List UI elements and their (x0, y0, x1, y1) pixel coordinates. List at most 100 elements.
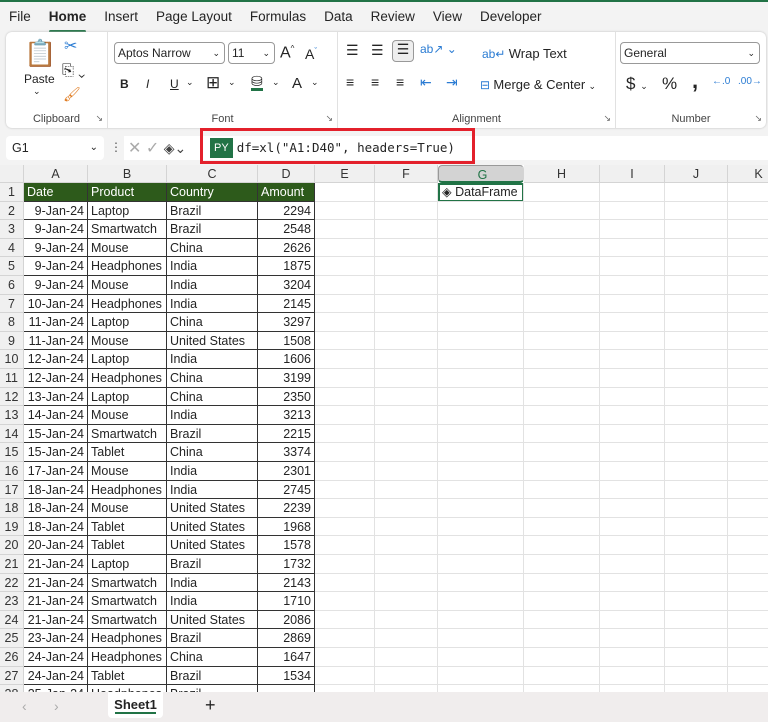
table-cell[interactable]: 10-Jan-24 (24, 294, 88, 314)
row-header[interactable]: 23 (0, 592, 24, 611)
table-header-cell[interactable]: Country (167, 183, 258, 202)
table-cell[interactable]: China (167, 313, 258, 332)
row-header[interactable]: 17 (0, 480, 24, 500)
table-cell[interactable]: 20-Jan-24 (24, 536, 88, 555)
table-cell[interactable]: Mouse (88, 499, 167, 518)
sheet-tab-sheet1[interactable]: Sheet1 (108, 692, 163, 718)
row-header[interactable]: 11 (0, 369, 24, 388)
chevron-down-icon[interactable]: ⌄ (311, 77, 319, 88)
row-header[interactable]: 28 (0, 685, 24, 692)
table-cell[interactable]: 21-Jan-24 (24, 573, 88, 593)
cancel-icon[interactable]: ✕ (128, 140, 141, 157)
table-cell[interactable]: Mouse (88, 331, 167, 351)
table-cell[interactable]: Brazil (167, 201, 258, 221)
table-cell[interactable]: 24-Jan-24 (24, 648, 88, 667)
table-cell[interactable]: 24-Jan-24 (24, 666, 88, 686)
table-cell[interactable]: United States (167, 610, 258, 630)
table-cell[interactable]: India (167, 462, 258, 481)
cell-g1-dataframe[interactable]: ◈ DataFrame (438, 183, 524, 202)
table-cell[interactable]: 15-Jan-24 (24, 424, 88, 444)
underline-button[interactable]: U (170, 77, 179, 91)
table-cell[interactable]: United States (167, 517, 258, 537)
table-cell[interactable]: 2548 (258, 220, 315, 239)
column-header-i[interactable]: I (600, 165, 665, 183)
table-header-cell[interactable]: Product (88, 183, 167, 202)
table-cell[interactable]: 12-Jan-24 (24, 369, 88, 388)
chevron-down-icon[interactable]: ⌄ (228, 77, 236, 88)
table-cell[interactable]: India (167, 257, 258, 276)
table-cell[interactable]: Headphones (88, 648, 167, 667)
table-cell[interactable]: Headphones (88, 369, 167, 388)
column-header-k[interactable]: K (728, 165, 768, 183)
align-top-icon[interactable]: ☰ (346, 42, 359, 59)
tab-developer[interactable]: Developer (471, 6, 551, 30)
decrease-indent-icon[interactable]: ⇤ (420, 74, 432, 91)
table-cell[interactable]: 2626 (258, 238, 315, 258)
column-header-e[interactable]: E (315, 165, 375, 183)
table-cell[interactable]: Smartwatch (88, 220, 167, 239)
table-cell[interactable]: 17-Jan-24 (24, 462, 88, 481)
paste-button[interactable]: Paste (24, 72, 55, 86)
prev-sheet-icon[interactable]: ‹ (22, 698, 27, 714)
table-cell[interactable]: 3199 (258, 369, 315, 388)
table-cell[interactable]: China (167, 443, 258, 462)
increase-font-size-button[interactable]: A^ (280, 44, 294, 62)
python-object-icon[interactable]: ◈⌄ (164, 140, 187, 156)
tab-file[interactable]: File (0, 6, 40, 30)
dialog-launcher-icon[interactable]: ↘ (95, 113, 103, 124)
increase-decimal-icon[interactable]: ←.0 (712, 76, 730, 87)
table-cell[interactable]: 2745 (258, 480, 315, 500)
table-cell[interactable]: Brazil (167, 629, 258, 648)
row-header[interactable]: 7 (0, 294, 24, 314)
table-cell[interactable]: 11-Jan-24 (24, 331, 88, 351)
table-cell[interactable]: 3374 (258, 443, 315, 462)
merge-center-button[interactable]: ⊟ Merge & Center ⌄ (480, 77, 596, 92)
row-header[interactable]: 10 (0, 350, 24, 369)
table-cell[interactable]: 1647 (258, 648, 315, 667)
table-cell[interactable]: Laptop (88, 313, 167, 332)
font-name-select[interactable]: Aptos Narrow ⌄ (114, 42, 225, 64)
table-cell[interactable]: 13-Jan-24 (24, 387, 88, 407)
row-header[interactable]: 8 (0, 313, 24, 332)
table-cell[interactable]: Headphones (88, 629, 167, 648)
table-cell[interactable]: 15-Jan-24 (24, 443, 88, 462)
font-color-button[interactable]: A (292, 75, 302, 92)
comma-button[interactable]: , (692, 68, 698, 94)
row-header[interactable]: 22 (0, 573, 24, 593)
chevron-down-icon[interactable]: ⌄ (33, 86, 41, 97)
row-header[interactable]: 2 (0, 201, 24, 221)
table-cell[interactable]: China (167, 648, 258, 667)
column-header-b[interactable]: B (88, 165, 167, 183)
table-cell[interactable]: Laptop (88, 555, 167, 574)
table-cell[interactable]: 1508 (258, 331, 315, 351)
table-cell[interactable]: 1968 (258, 517, 315, 537)
table-cell[interactable]: 2869 (258, 629, 315, 648)
table-cell[interactable]: 1606 (258, 350, 315, 369)
table-cell[interactable]: China (167, 369, 258, 388)
decrease-decimal-icon[interactable]: .00→ (738, 76, 762, 87)
chevron-down-icon[interactable]: ⌄ (272, 77, 280, 88)
align-right-icon[interactable]: ≡ (396, 74, 404, 90)
decrease-font-size-button[interactable]: Aˇ (305, 46, 317, 62)
table-cell[interactable]: Brazil (167, 424, 258, 444)
table-cell[interactable] (258, 685, 315, 692)
table-cell[interactable]: Brazil (167, 666, 258, 686)
table-cell[interactable]: Headphones (88, 685, 167, 692)
wrap-text-button[interactable]: ab↵ Wrap Text (482, 46, 567, 61)
table-cell[interactable]: 2239 (258, 499, 315, 518)
table-cell[interactable]: China (167, 238, 258, 258)
column-header-d[interactable]: D (258, 165, 315, 183)
table-cell[interactable]: Brazil (167, 685, 258, 692)
table-cell[interactable]: 2086 (258, 610, 315, 630)
table-cell[interactable]: Brazil (167, 555, 258, 574)
table-cell[interactable]: Mouse (88, 276, 167, 295)
dialog-launcher-icon[interactable]: ↘ (754, 113, 762, 124)
row-header[interactable]: 13 (0, 406, 24, 425)
dialog-launcher-icon[interactable]: ↘ (603, 113, 611, 124)
paste-icon[interactable]: 📋 (24, 38, 56, 69)
row-header[interactable]: 19 (0, 517, 24, 537)
more-options-icon[interactable]: ⋮ (110, 140, 122, 154)
table-cell[interactable]: 21-Jan-24 (24, 610, 88, 630)
table-cell[interactable]: 25-Jan-24 (24, 685, 88, 692)
column-header-h[interactable]: H (524, 165, 600, 183)
